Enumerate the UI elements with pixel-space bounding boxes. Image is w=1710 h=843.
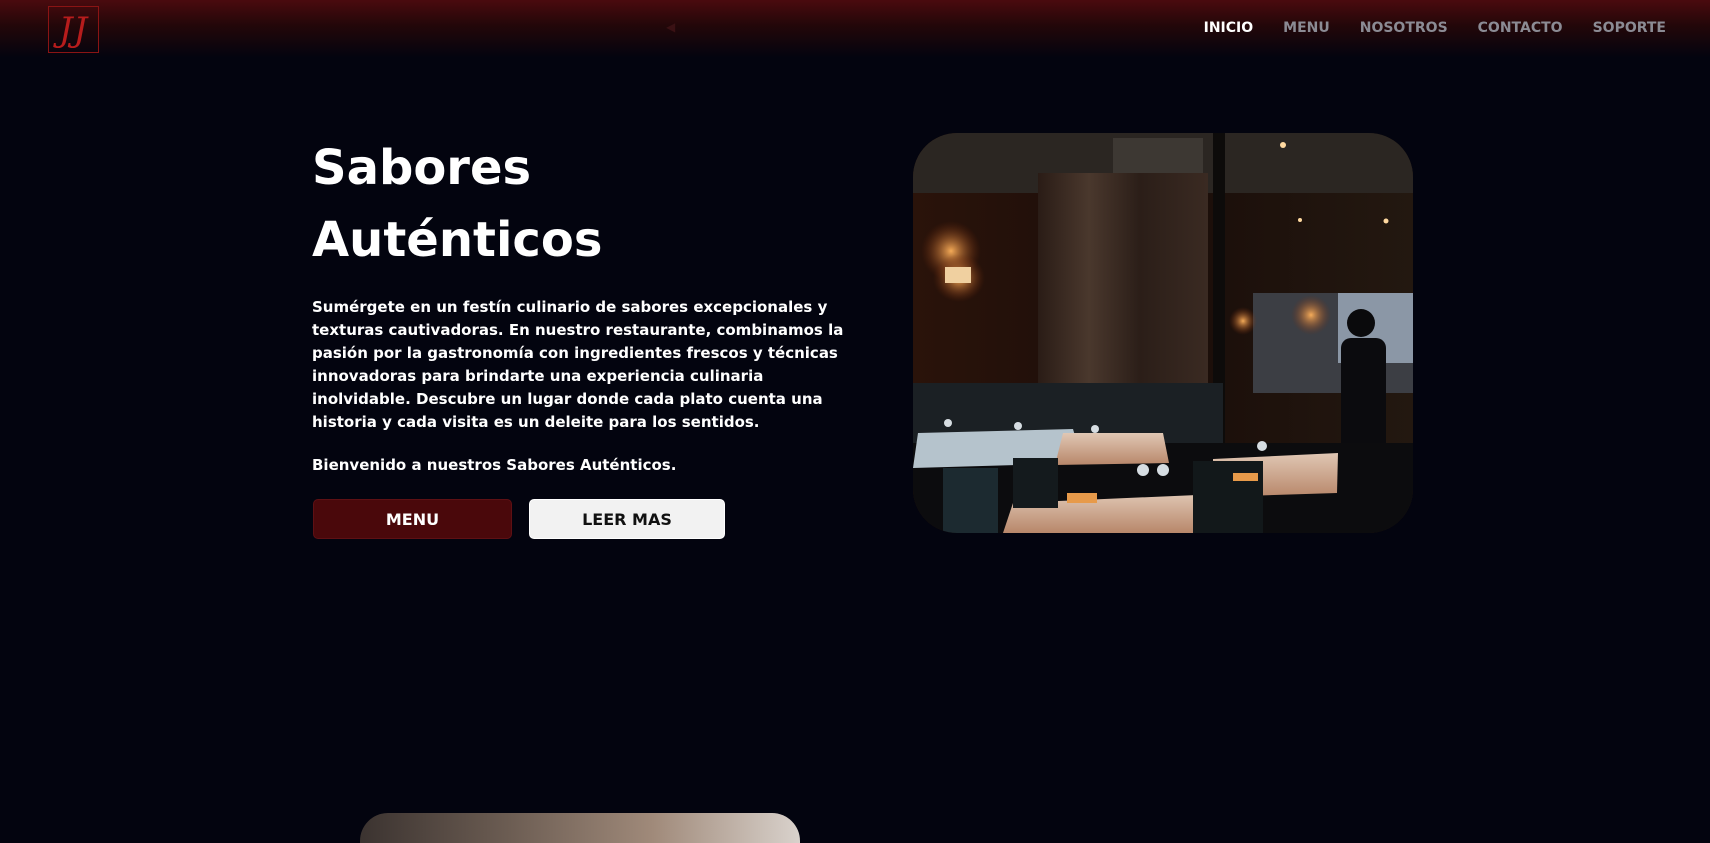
nav-link-inicio[interactable]: INICIO <box>1204 20 1254 36</box>
hero-description: Sumérgete en un festín culinario de sabo… <box>312 298 844 431</box>
nav-link-nosotros[interactable]: NOSOTROS <box>1360 20 1448 36</box>
hero-title-line-1: Sabores <box>312 140 532 196</box>
menu-button[interactable]: MENU <box>313 499 512 539</box>
logo-mark: JJ <box>58 9 89 50</box>
restaurant-interior-photo <box>913 133 1413 533</box>
top-navigation-bar: JJ ◀ INICIO MENU NOSOTROS CONTACTO SOPOR… <box>0 0 1710 58</box>
main-nav: INICIO MENU NOSOTROS CONTACTO SOPORTE <box>1204 20 1666 36</box>
hero-title: Sabores Auténticos <box>312 132 812 276</box>
nav-link-contacto[interactable]: CONTACTO <box>1478 20 1563 36</box>
hero-title-line-2: Auténticos <box>312 212 603 268</box>
chevron-left-icon: ◀ <box>666 20 676 34</box>
read-more-button[interactable]: LEER MAS <box>529 499 725 539</box>
logo[interactable]: JJ <box>48 6 99 53</box>
nav-link-soporte[interactable]: SOPORTE <box>1593 20 1666 36</box>
hero-welcome: Bienvenido a nuestros Sabores Auténticos… <box>312 456 677 474</box>
nav-link-menu[interactable]: MENU <box>1283 20 1330 36</box>
